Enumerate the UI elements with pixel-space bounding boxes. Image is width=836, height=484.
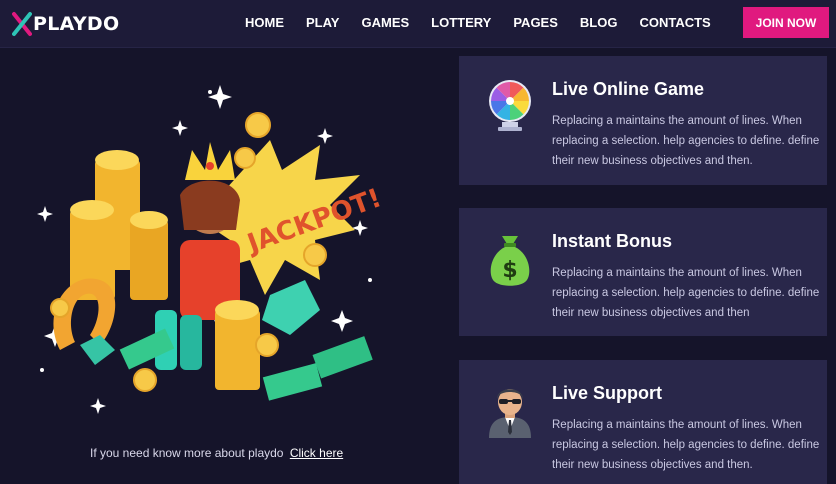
logo-text: PLAYDO bbox=[33, 13, 120, 35]
nav-play[interactable]: PLAY bbox=[306, 15, 339, 30]
more-info-text: If you need know more about playdo Click… bbox=[90, 446, 343, 460]
card-title: Live Online Game bbox=[552, 79, 705, 99]
more-info-label: If you need know more about playdo bbox=[90, 446, 284, 460]
site-header: PLAYDO HOME PLAY GAMES LOTTERY PAGES BLO… bbox=[0, 0, 836, 48]
nav-blog[interactable]: BLOG bbox=[580, 15, 618, 30]
nav-games[interactable]: GAMES bbox=[361, 15, 409, 30]
money-bag-icon: $ bbox=[490, 236, 530, 286]
svg-text:$: $ bbox=[502, 258, 517, 283]
nav-lottery[interactable]: LOTTERY bbox=[431, 15, 491, 30]
card-title: Instant Bonus bbox=[552, 231, 672, 251]
nav-contacts[interactable]: CONTACTS bbox=[639, 15, 710, 30]
prize-wheel-icon bbox=[489, 80, 531, 131]
logo[interactable]: PLAYDO bbox=[12, 11, 119, 37]
feature-card-live-online-game: Live Online Game Replacing a maintains t… bbox=[459, 56, 827, 185]
feature-card-instant-bonus: $ Instant Bonus Replacing a maintains th… bbox=[459, 208, 827, 336]
nav-home[interactable]: HOME bbox=[245, 15, 284, 30]
feature-card-live-support: Live Support Replacing a maintains the a… bbox=[459, 360, 827, 484]
jackpot-illustration: JACKPOT! bbox=[37, 85, 385, 414]
card-title: Live Support bbox=[552, 383, 663, 403]
card-description: Replacing a maintains the amount of line… bbox=[552, 419, 820, 471]
card-description: Replacing a maintains the amount of line… bbox=[552, 267, 820, 319]
join-now-button[interactable]: JOIN NOW bbox=[743, 7, 829, 38]
click-here-link[interactable]: Click here bbox=[290, 446, 343, 460]
nav-pages[interactable]: PAGES bbox=[513, 15, 558, 30]
support-agent-icon bbox=[489, 389, 531, 438]
main-nav: HOME PLAY GAMES LOTTERY PAGES BLOG CONTA… bbox=[245, 15, 733, 30]
logo-x-icon bbox=[12, 12, 32, 36]
card-description: Replacing a maintains the amount of line… bbox=[552, 115, 820, 167]
